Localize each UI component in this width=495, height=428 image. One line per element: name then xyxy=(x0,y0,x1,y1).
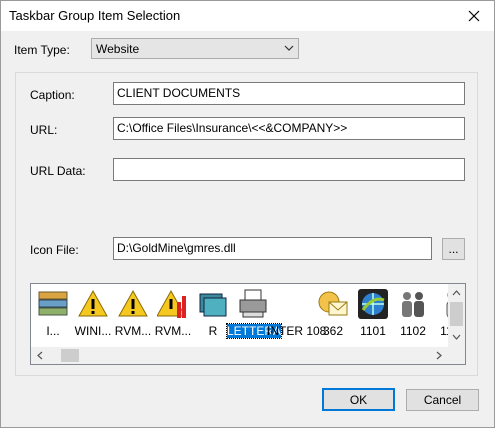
folders-icon xyxy=(199,293,227,317)
item-type-label: Item Type: xyxy=(14,43,70,57)
close-button[interactable] xyxy=(454,1,494,31)
ok-button[interactable]: OK xyxy=(322,388,395,411)
cancel-button-label: Cancel xyxy=(423,393,462,407)
stack-icon xyxy=(38,291,68,316)
icon-list-item-text: 1101 xyxy=(360,324,386,338)
vertical-scroll-thumb[interactable] xyxy=(450,302,463,326)
browse-button[interactable]: ... xyxy=(442,238,465,260)
warning-icon xyxy=(118,289,148,317)
window-title: Taskbar Group Item Selection xyxy=(9,8,181,23)
horizontal-scroll-thumb[interactable] xyxy=(61,349,79,362)
warning-icon xyxy=(78,289,108,317)
horizontal-scrollbar[interactable] xyxy=(31,347,465,364)
envelope-icon xyxy=(318,291,348,316)
scroll-right-icon[interactable] xyxy=(436,351,442,360)
blank-icon xyxy=(277,288,309,320)
close-icon xyxy=(468,10,480,22)
scroll-corner xyxy=(448,347,465,364)
icon-list[interactable]: I... WINI... RVM... RVM... R LETTERA INTER 108… xyxy=(30,283,466,365)
warning-chart-icon xyxy=(157,289,186,318)
item-type-select[interactable]: Website xyxy=(91,38,299,59)
title-bar: Taskbar Group Item Selection xyxy=(1,1,494,31)
cancel-button[interactable]: Cancel xyxy=(406,389,479,411)
icon-list-item-text: 1102 xyxy=(400,324,426,338)
icon-list-item-text: RVM... xyxy=(114,324,152,338)
people-icon xyxy=(402,292,424,317)
url-data-field[interactable] xyxy=(113,158,465,181)
browse-button-label: ... xyxy=(448,242,459,256)
url-field[interactable]: C:\Office Files\Insurance\<<&COMPANY>> xyxy=(113,117,465,140)
icon-file-label: Icon File: xyxy=(30,243,79,257)
item-type-value: Website xyxy=(96,42,140,56)
scroll-down-icon[interactable] xyxy=(452,334,461,340)
icon-file-field[interactable]: D:\GoldMine\gmres.dll xyxy=(113,237,432,260)
caption-field[interactable]: CLIENT DOCUMENTS xyxy=(113,82,465,105)
url-label: URL: xyxy=(30,123,58,137)
icon-list-item-text: I... xyxy=(46,324,60,338)
globe-icon xyxy=(358,289,388,319)
icon-list-item-text: RVM... xyxy=(154,324,192,338)
chevron-down-icon xyxy=(284,45,294,51)
dialog-window: Taskbar Group Item Selection Item Type: … xyxy=(0,0,495,428)
printer-icon xyxy=(239,289,267,318)
url-data-label: URL Data: xyxy=(30,164,86,178)
vertical-scrollbar[interactable] xyxy=(448,284,465,347)
icon-list-item-text: WINI... xyxy=(74,324,112,338)
icon-list-item-text: 362 xyxy=(322,324,344,338)
icon-list-item-text: R xyxy=(208,324,218,338)
ok-button-label: OK xyxy=(349,392,368,407)
scroll-left-icon[interactable] xyxy=(37,351,43,360)
scroll-up-icon[interactable] xyxy=(452,290,461,296)
caption-label: Caption: xyxy=(30,88,75,102)
